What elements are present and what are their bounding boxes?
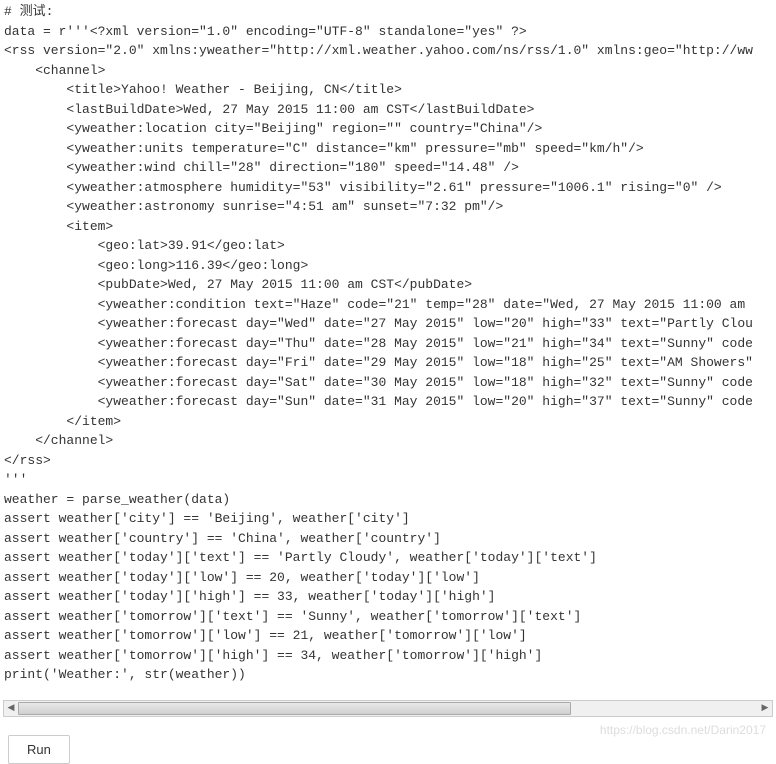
scrollbar-thumb[interactable]	[18, 702, 571, 715]
horizontal-scrollbar[interactable]: ◀ ▶	[3, 700, 773, 717]
scroll-left-arrow-icon[interactable]: ◀	[4, 702, 18, 716]
button-row: Run	[0, 735, 776, 764]
scroll-right-arrow-icon[interactable]: ▶	[758, 702, 772, 716]
run-button[interactable]: Run	[8, 735, 70, 764]
code-block: # 测试: data = r'''<?xml version="1.0" enc…	[0, 0, 776, 698]
